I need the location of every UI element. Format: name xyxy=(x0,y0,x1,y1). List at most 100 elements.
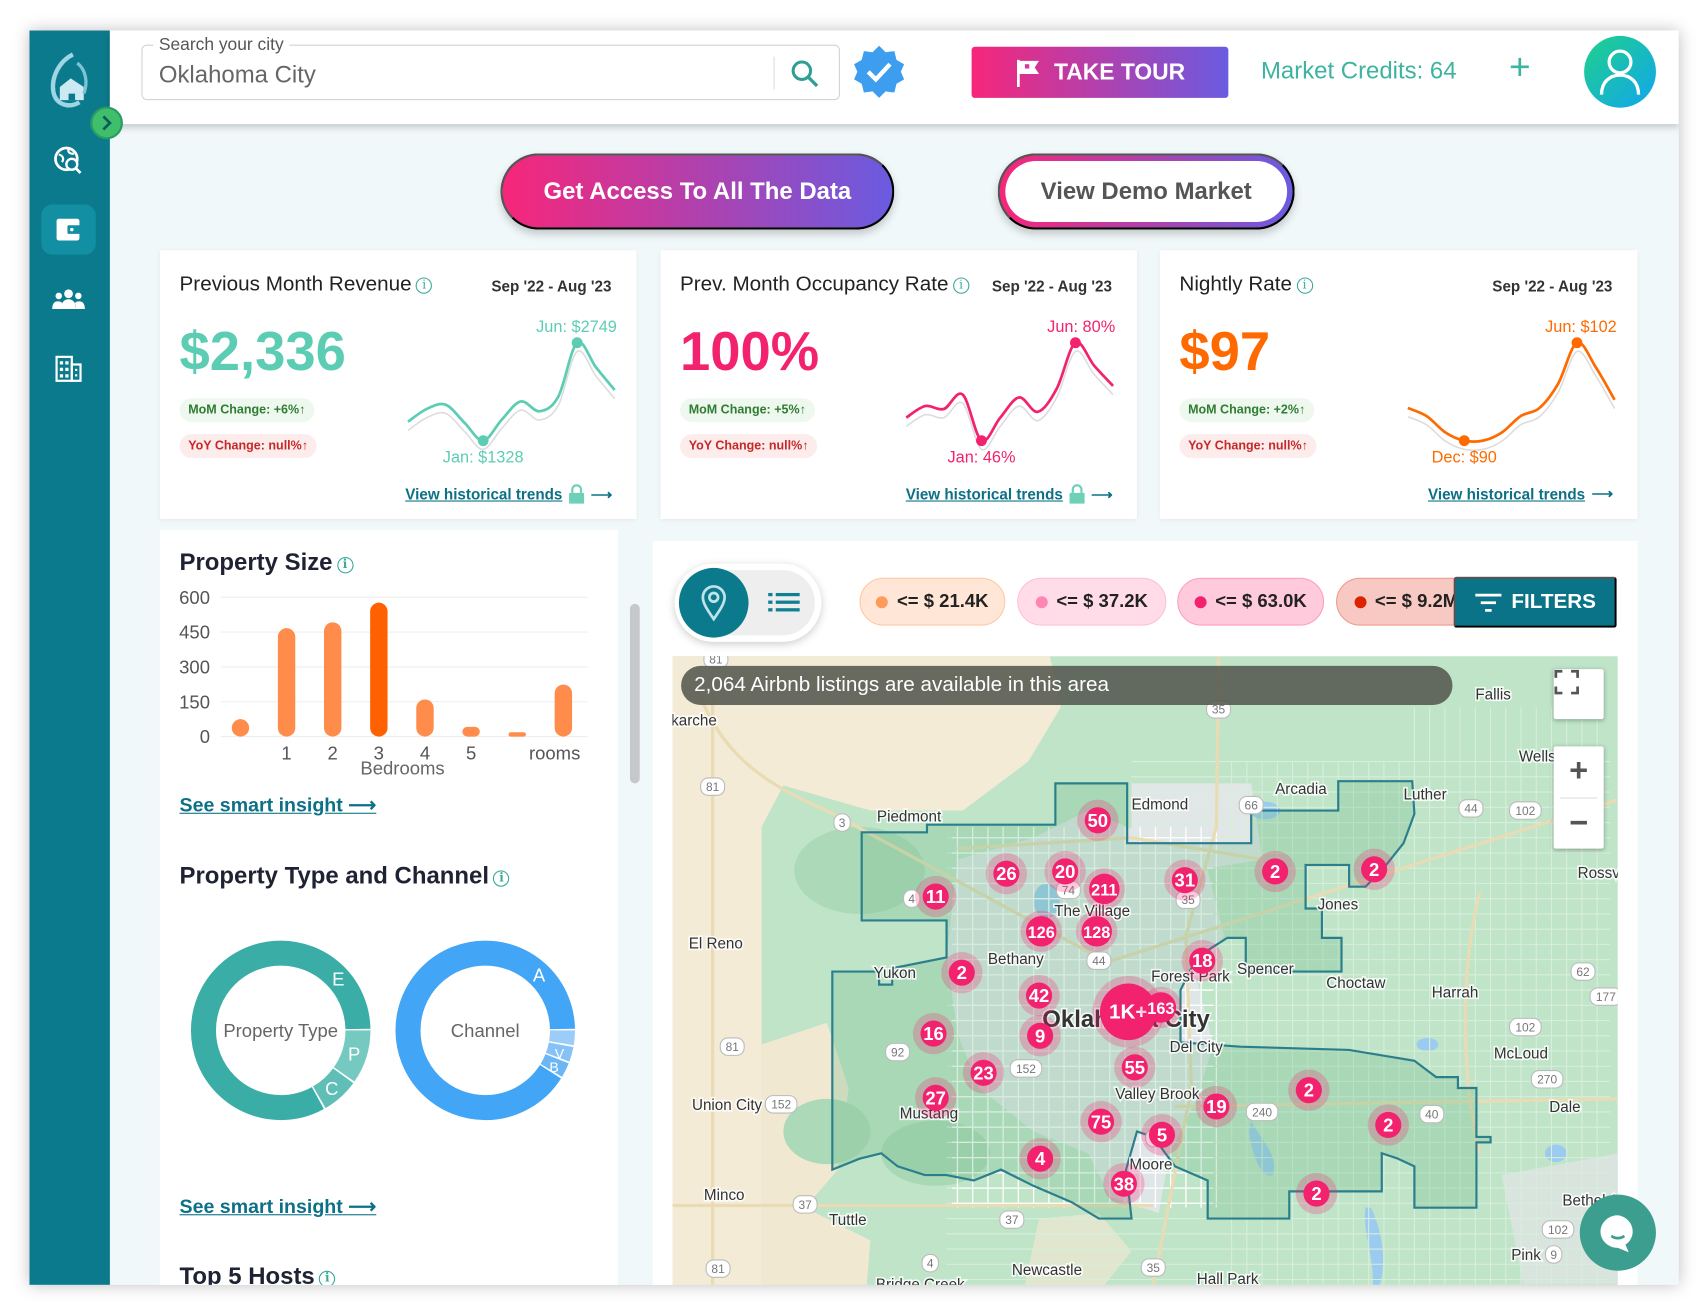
listing-cluster-marker[interactable]: 27 xyxy=(915,1077,957,1119)
see-smart-insight-link[interactable]: See smart insight ⟶ xyxy=(180,794,377,817)
price-range-label: <= $ 9.2M xyxy=(1374,590,1459,612)
listing-cluster-marker[interactable]: 9 xyxy=(1019,1015,1061,1057)
city-search-input[interactable] xyxy=(158,60,769,90)
listing-cluster-marker[interactable]: 2 xyxy=(1254,850,1296,893)
kpi-value: $97 xyxy=(1179,320,1271,382)
max-label: Jun: 80% xyxy=(1047,318,1115,336)
bar[interactable] xyxy=(370,602,388,737)
listings-count-banner: 2,064 Airbnb listings are available in t… xyxy=(681,665,1453,706)
filters-button[interactable]: FILTERS xyxy=(1453,576,1617,628)
zoom-out-button[interactable]: − xyxy=(1569,798,1588,849)
occupancy-card: Prev. Month Occupancy Rate i Sep '22 - Au… xyxy=(660,250,1137,519)
place-label: Yukon xyxy=(874,965,916,982)
place-label: Tuttle xyxy=(829,1212,867,1229)
listing-cluster-marker[interactable]: 163 xyxy=(1140,986,1182,1029)
building-icon[interactable] xyxy=(41,344,95,394)
cluster-count: 4 xyxy=(1035,1148,1046,1169)
bar[interactable] xyxy=(277,628,296,737)
place-label: Minco xyxy=(704,1187,745,1204)
cluster-count: 55 xyxy=(1125,1057,1146,1078)
listing-cluster-marker[interactable]: 11 xyxy=(915,875,957,918)
see-smart-insight-link[interactable]: See smart insight ⟶ xyxy=(180,1196,377,1219)
listing-cluster-marker[interactable]: 5 xyxy=(1141,1114,1183,1156)
place-label: Edmond xyxy=(1132,796,1189,813)
place-label: Valley Brook xyxy=(1115,1086,1200,1103)
listing-cluster-marker[interactable]: 42 xyxy=(1018,974,1060,1017)
view-demo-market-button[interactable]: View Demo Market xyxy=(997,153,1295,230)
get-access-button[interactable]: Get Access To All The Data xyxy=(500,153,895,230)
view-historical-trends-link[interactable]: View historical trends ⟶ xyxy=(906,484,1113,504)
price-range-chip[interactable]: <= $ 63.0K xyxy=(1177,577,1325,626)
zoom-in-button[interactable]: + xyxy=(1569,746,1588,797)
info-icon[interactable]: i xyxy=(493,870,510,887)
listing-cluster-marker[interactable]: 2 xyxy=(1367,1104,1409,1146)
view-historical-trends-link[interactable]: View historical trends ⟶ xyxy=(1428,484,1614,502)
expand-sidebar-button[interactable] xyxy=(90,106,123,140)
highway-number: 81 xyxy=(726,1040,740,1054)
listing-cluster-marker[interactable]: 2 xyxy=(1353,848,1395,890)
fullscreen-button[interactable] xyxy=(1553,669,1604,720)
sparkline-point xyxy=(976,435,987,447)
listing-cluster-marker[interactable]: 26 xyxy=(985,852,1028,895)
insight-label: See smart insight xyxy=(179,794,343,817)
bar[interactable] xyxy=(508,732,526,737)
listing-cluster-marker[interactable]: 38 xyxy=(1103,1163,1145,1205)
listing-cluster-marker[interactable]: 23 xyxy=(962,1052,1005,1094)
listing-cluster-marker[interactable]: 18 xyxy=(1181,940,1223,982)
listing-cluster-marker[interactable]: 16 xyxy=(912,1012,955,1055)
insight-label: See smart insight xyxy=(179,1195,343,1218)
add-credits-button[interactable]: + xyxy=(1509,46,1531,90)
globe-search-icon[interactable] xyxy=(41,136,95,186)
listing-cluster-marker[interactable]: 75 xyxy=(1080,1101,1122,1143)
view-toggle xyxy=(674,563,822,642)
listing-cluster-marker[interactable]: 20 xyxy=(1044,850,1086,893)
view-historical-trends-link[interactable]: View historical trends ⟶ xyxy=(405,484,613,504)
arrow-right-icon: ⟶ xyxy=(1591,484,1614,502)
price-range-chip[interactable]: <= $ 37.2K xyxy=(1017,577,1167,626)
comparison-line xyxy=(1407,350,1616,452)
avatar[interactable] xyxy=(1584,35,1656,108)
cluster-count: 18 xyxy=(1192,950,1213,971)
nightly-rate-card: Nightly Rate i Sep '22 - Aug '23 $97 MoM … xyxy=(1159,250,1638,519)
info-icon[interactable]: i xyxy=(952,277,970,294)
bar[interactable] xyxy=(231,719,250,737)
type-channel-label: Property Type and Channel xyxy=(179,861,489,889)
bar[interactable] xyxy=(554,684,573,737)
info-icon[interactable]: i xyxy=(415,277,433,294)
chat-button[interactable] xyxy=(1579,1194,1656,1271)
scrollbar[interactable] xyxy=(629,603,640,784)
card-title-label: Prev. Month Occupancy Rate xyxy=(680,273,949,296)
map-canvas[interactable]: 8181347466441023535449281152152373748144… xyxy=(672,656,1618,1285)
listing-cluster-marker[interactable]: 2 xyxy=(1288,1069,1330,1111)
listing-cluster-marker[interactable]: 126 xyxy=(1020,910,1062,953)
insights-panel: Property Size i 0 150 300 450 600 1 2 3 4 5 rooms Be… xyxy=(159,529,618,1285)
listing-cluster-marker[interactable]: 55 xyxy=(1114,1046,1156,1088)
comparison-line xyxy=(905,350,1114,451)
price-range-chip[interactable]: <= $ 21.4K xyxy=(859,577,1006,626)
search-icon[interactable] xyxy=(789,58,822,96)
flag-icon xyxy=(1016,59,1039,87)
listings-map[interactable]: 8181347466441023535449281152152373748144… xyxy=(672,656,1618,1285)
info-icon[interactable]: i xyxy=(319,1270,336,1285)
x-tick-label: rooms xyxy=(529,742,580,763)
list-view-button[interactable] xyxy=(768,591,801,620)
bar[interactable] xyxy=(416,699,434,737)
listing-cluster-marker[interactable]: 19 xyxy=(1195,1085,1238,1128)
bar[interactable] xyxy=(324,622,342,737)
logo-icon[interactable] xyxy=(41,50,95,111)
card-title: Previous Month Revenue i xyxy=(180,273,433,297)
listing-cluster-marker[interactable]: 31 xyxy=(1164,859,1206,901)
comparison-line xyxy=(407,349,616,451)
listing-cluster-marker[interactable]: 4 xyxy=(1019,1138,1061,1180)
listing-cluster-marker[interactable]: 128 xyxy=(1076,910,1118,953)
listing-cluster-marker[interactable]: 50 xyxy=(1077,799,1119,842)
listing-cluster-marker[interactable]: 211 xyxy=(1083,868,1125,910)
wallet-icon[interactable] xyxy=(41,204,96,255)
take-tour-button[interactable]: TAKE TOUR xyxy=(971,46,1229,98)
map-view-button[interactable] xyxy=(678,567,749,638)
users-icon[interactable] xyxy=(41,274,95,324)
info-icon[interactable]: i xyxy=(1296,277,1313,294)
bar[interactable] xyxy=(462,726,480,737)
listing-cluster-marker[interactable]: 2 xyxy=(941,952,983,994)
listing-cluster-marker[interactable]: 2 xyxy=(1295,1172,1338,1215)
